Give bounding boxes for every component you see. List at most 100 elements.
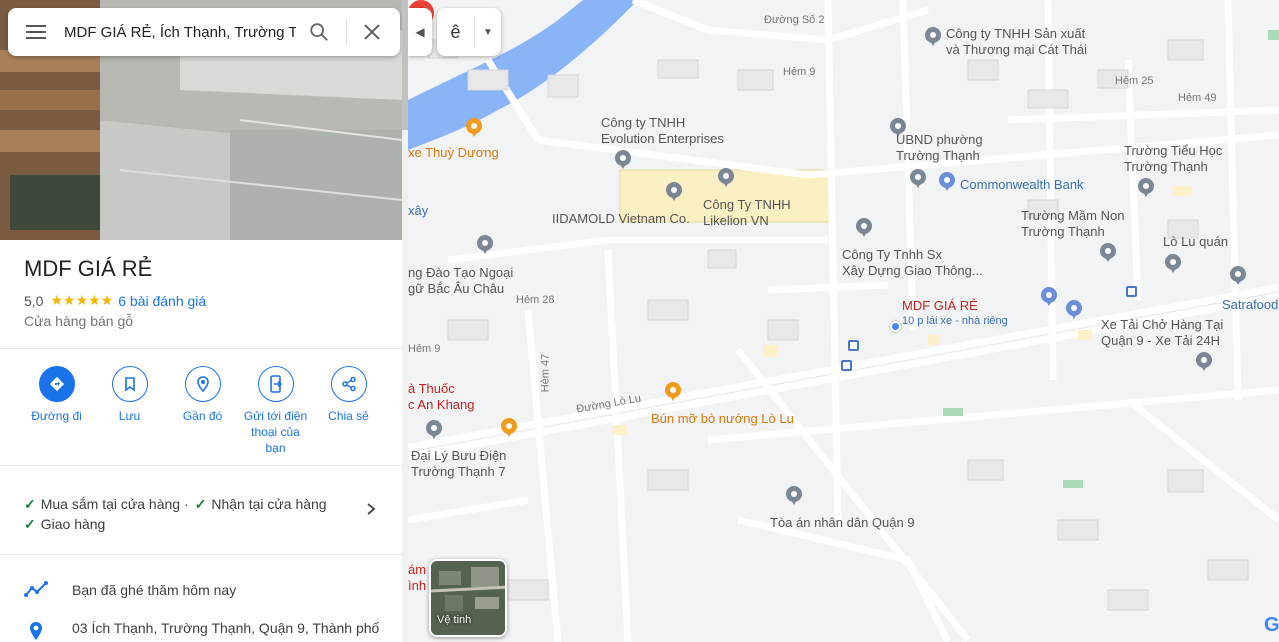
map-label-dao-tao[interactable]: ng Đào Tạo Ngoại gữ Bắc Âu Châu	[408, 265, 513, 297]
map-canvas[interactable]: Đường Số 2 Công ty TNHH Sản xuất và Thươn…	[408, 0, 1279, 642]
visited-text: Bạn đã ghé thăm hôm nay	[72, 582, 237, 598]
satellite-label: Vệ tinh	[437, 614, 472, 626]
satellite-layer-toggle[interactable]: Vệ tinh	[429, 559, 507, 637]
language-selector[interactable]: ê ▼	[437, 8, 501, 56]
restaurant-pin-icon[interactable]	[501, 418, 517, 437]
restaurant-pin-icon[interactable]	[466, 118, 482, 137]
save-label: Lưu	[118, 409, 141, 423]
map-label-thuoc[interactable]: à Thuốc c An Khang	[408, 381, 475, 413]
save-button[interactable]: Lưu	[93, 366, 166, 456]
directions-button[interactable]: Đường đi	[20, 366, 93, 456]
scrollbar-thumb[interactable]	[402, 0, 408, 130]
language-label[interactable]: ê	[437, 16, 475, 48]
poi-pin-icon[interactable]	[718, 168, 734, 187]
menu-icon[interactable]	[26, 25, 46, 39]
map-label-tieu-hoc[interactable]: Trường Tiểu Học Trường Thạnh	[1124, 143, 1222, 175]
map-label-buu-dien[interactable]: Đại Lý Bưu Điện Trường Thạnh 7	[411, 448, 506, 480]
directions-icon[interactable]	[38, 366, 75, 402]
chevron-down-icon[interactable]: ▼	[475, 27, 501, 38]
map-label-cat-thai[interactable]: Công ty TNHH Sản xuất và Thương mại Cát T…	[946, 26, 1087, 58]
visited-row[interactable]: Bạn đã ghé thăm hôm nay	[24, 580, 236, 600]
map-label-sx-xd[interactable]: Công Ty Tnhh Sx Xây Dựng Giao Thông...	[842, 247, 983, 279]
map-label-xe-tai[interactable]: Xe Tải Chở Hàng Tại Quận 9 - Xe Tải 24H	[1101, 317, 1223, 349]
bus-stop-icon[interactable]	[1126, 286, 1137, 297]
shopping-pin-icon[interactable]	[1230, 266, 1246, 285]
map-label-satrafood[interactable]: Satrafood	[1222, 297, 1278, 313]
collapse-panel-button[interactable]: ◀	[408, 8, 432, 56]
close-icon[interactable]	[362, 22, 382, 42]
divider	[0, 348, 402, 349]
shopping-pin-icon[interactable]	[1041, 287, 1057, 306]
send-to-phone-icon[interactable]	[257, 366, 294, 402]
share-icon[interactable]	[330, 366, 367, 402]
courthouse-pin-icon[interactable]	[786, 486, 802, 505]
poi-pin-icon[interactable]	[1196, 352, 1212, 371]
shopping-pin-icon[interactable]	[1066, 300, 1082, 319]
service-options[interactable]: ✓ Mua sắm tại cửa hàng · ✓ Nhận tại cửa hà…	[24, 494, 364, 534]
search-input[interactable]	[64, 16, 296, 48]
check-icon: ✓	[194, 496, 207, 512]
map-label-iidamold[interactable]: IIDAMOLD Vietnam Co.	[552, 211, 690, 227]
bus-stop-icon[interactable]	[848, 340, 859, 351]
poi-pin-icon[interactable]	[925, 27, 941, 46]
map-label-duong-so-2: Đường Số 2	[764, 14, 825, 26]
restaurant-pin-icon[interactable]	[665, 382, 681, 401]
map-label-likelion[interactable]: Công Ty TNHH Likelion VN	[703, 197, 791, 229]
reviews-link[interactable]: 6 bài đánh giá	[118, 293, 206, 309]
map-label-hem47: Hẻm 47	[539, 353, 552, 393]
map-label-commonwealth[interactable]: Commonwealth Bank	[960, 177, 1084, 193]
school-pin-icon[interactable]	[1138, 178, 1154, 197]
map-label-toa-an[interactable]: Tòa án nhân dân Quận 9	[770, 515, 915, 531]
check-icon: ✓	[24, 516, 36, 532]
current-location-dot	[890, 321, 901, 332]
map-label-hem49: Hẻm 49	[1178, 92, 1217, 104]
service-in-store-pickup: ✓ Nhận tại cửa hàng	[194, 496, 327, 512]
map-label-lo-lu-quan[interactable]: Lò Lu quán	[1163, 234, 1228, 250]
maps-app: Đường Số 2 Công ty TNHH Sản xuất và Thươn…	[0, 0, 1279, 642]
share-button[interactable]: Chia sẻ	[312, 366, 385, 456]
bookmark-icon[interactable]	[111, 366, 148, 402]
nearby-button[interactable]: Gần đó	[166, 366, 239, 456]
poi-pin-icon[interactable]	[1165, 254, 1181, 273]
poi-pin-icon[interactable]	[615, 150, 631, 169]
map-label-bun-mo[interactable]: Bún mỡ bò nướng Lò Lu	[651, 411, 794, 427]
timeline-icon	[24, 581, 48, 597]
panel-scrollbar[interactable]	[402, 0, 408, 642]
map-label-selected-place[interactable]: MDF GIÁ RẺ	[902, 298, 978, 314]
poi-pin-icon[interactable]	[477, 235, 493, 254]
map-label-selected-sub: 10 p lái xe - nhà riêng	[902, 315, 1008, 327]
send-to-phone-button[interactable]: Gửi tới điện thoại của bạn	[239, 366, 312, 456]
place-category[interactable]: Cửa hàng bán gỗ	[24, 313, 133, 329]
map-label-hem25: Hẻm 25	[1115, 75, 1154, 87]
map-label-thuy-duong[interactable]: xe Thuỳ Dương	[408, 145, 499, 161]
service-in-store-shopping: ✓ Mua sắm tại cửa hàng ·	[24, 496, 189, 512]
rating-row: 5,0 ★★★★★ 6 bài đánh giá	[24, 292, 206, 309]
map-label-hem9-top: Hẻm 9	[783, 66, 816, 78]
share-label: Chia sẻ	[328, 409, 369, 423]
place-title: MDF GIÁ RẺ	[24, 256, 153, 281]
search-icon[interactable]	[308, 21, 330, 43]
search-box	[8, 8, 400, 56]
directions-label: Đường đi	[31, 409, 82, 423]
rating-value: 5,0	[24, 292, 44, 309]
address-text: 03 Ích Thạnh, Trường Thạnh, Quận 9, Thàn…	[72, 620, 380, 636]
bus-stop-icon[interactable]	[841, 360, 852, 371]
poi-pin-icon[interactable]	[666, 182, 682, 201]
map-label-ubnd[interactable]: UBND phường Trường Thạnh	[896, 132, 983, 164]
nearby-icon[interactable]	[184, 366, 221, 402]
action-buttons: Đường đi Lưu Gần đó Gửi tới điện thoại c…	[20, 366, 390, 456]
bank-pin-icon[interactable]	[939, 172, 955, 191]
school-pin-icon[interactable]	[1100, 243, 1116, 262]
divider	[0, 554, 402, 555]
divider	[0, 465, 402, 466]
map-label-evolution[interactable]: Công ty TNHH Evolution Enterprises	[601, 115, 724, 147]
map-label-xay[interactable]: xây	[408, 203, 428, 219]
map-label-kham[interactable]: ám ình	[408, 562, 426, 594]
address-row[interactable]: 03 Ích Thạnh, Trường Thạnh, Quận 9, Thàn…	[24, 620, 379, 642]
poi-pin-icon[interactable]	[856, 218, 872, 237]
post-office-pin-icon[interactable]	[426, 420, 442, 439]
map-label-mam-non[interactable]: Trường Mầm Non Trường Thạnh	[1021, 208, 1124, 240]
place-panel: MDF GIÁ RẺ 5,0 ★★★★★ 6 bài đánh giá Cửa …	[0, 0, 402, 642]
gov-building-icon[interactable]	[910, 169, 926, 188]
chevron-right-icon[interactable]	[364, 502, 378, 516]
